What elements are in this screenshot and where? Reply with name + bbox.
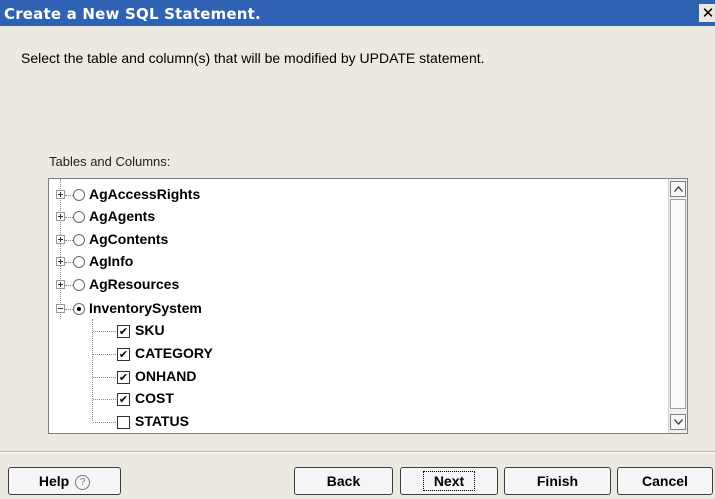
table-name: AgAccessRights <box>89 186 201 202</box>
table-radio[interactable] <box>73 256 85 268</box>
tree-branch-line <box>93 399 116 400</box>
tree-node-column[interactable]: ✔ ONHAND <box>49 366 669 388</box>
tree-node-column[interactable]: ✔ CATEGORY <box>49 343 669 365</box>
vertical-scrollbar[interactable] <box>668 179 687 433</box>
column-checkbox[interactable]: ✔ <box>117 348 130 361</box>
window-title: Create a New SQL Statement. <box>4 5 261 23</box>
tree-node-table-selected[interactable]: InventorySystem <box>49 298 669 320</box>
tree-branch-line <box>93 354 116 355</box>
cancel-label: Cancel <box>642 473 688 489</box>
tree-branch-line <box>93 422 116 423</box>
column-checkbox[interactable]: ✔ <box>117 393 130 406</box>
button-separator <box>0 451 715 453</box>
next-button[interactable]: Next <box>400 467 498 495</box>
tree-branch-line <box>65 195 73 197</box>
collapse-icon[interactable] <box>56 304 65 313</box>
tree-branch-line <box>93 377 116 378</box>
table-radio[interactable] <box>73 189 85 201</box>
table-name: AgResources <box>89 276 180 292</box>
column-checkbox[interactable] <box>117 416 130 429</box>
scroll-thumb[interactable] <box>670 199 686 409</box>
table-radio[interactable] <box>73 279 85 291</box>
tree-node-table[interactable]: AgAccessRights <box>49 184 669 206</box>
column-name: COST <box>135 390 174 406</box>
cancel-button[interactable]: Cancel <box>617 467 713 495</box>
tree-branch-line <box>65 240 73 242</box>
help-icon: ? <box>75 474 91 490</box>
finish-label: Finish <box>536 473 579 489</box>
tree-branch-line <box>65 217 73 219</box>
chevron-up-icon <box>674 186 683 192</box>
tree-node-column[interactable]: ✔ COST <box>49 388 669 410</box>
column-name: SKU <box>135 322 165 338</box>
tree-branch-line <box>65 285 73 287</box>
table-name: AgInfo <box>89 253 134 269</box>
tree-branch-line <box>65 309 73 311</box>
tree-node-table[interactable]: AgResources <box>49 274 669 296</box>
next-label: Next <box>422 471 476 491</box>
column-checkbox[interactable]: ✔ <box>117 371 130 384</box>
expand-icon[interactable] <box>56 212 65 221</box>
expand-icon[interactable] <box>56 190 65 199</box>
back-label: Back <box>326 473 361 489</box>
help-label: Help <box>38 473 70 489</box>
column-checkbox[interactable]: ✔ <box>117 325 130 338</box>
expand-icon[interactable] <box>56 235 65 244</box>
column-name: CATEGORY <box>135 345 213 361</box>
scroll-down-button[interactable] <box>670 414 686 430</box>
table-radio[interactable] <box>73 234 85 246</box>
expand-icon[interactable] <box>56 280 65 289</box>
tree-node-column[interactable]: ✔ SKU <box>49 320 669 342</box>
column-name: STATUS <box>135 413 189 429</box>
help-button[interactable]: Help? <box>8 467 121 495</box>
tree-node-table[interactable]: AgContents <box>49 229 669 251</box>
tree-branch-line <box>93 331 116 332</box>
tree-node-table[interactable]: AgAgents <box>49 206 669 228</box>
close-button[interactable]: ✕ <box>699 4 715 22</box>
close-icon: ✕ <box>701 4 715 22</box>
table-radio[interactable] <box>73 211 85 223</box>
instruction-text: Select the table and column(s) that will… <box>21 50 485 66</box>
back-button[interactable]: Back <box>294 467 393 495</box>
title-bar: Create a New SQL Statement. <box>0 0 715 26</box>
finish-button[interactable]: Finish <box>504 467 611 495</box>
table-name: AgContents <box>89 231 169 247</box>
tables-columns-label: Tables and Columns: <box>49 154 171 169</box>
tree-branch-line <box>65 262 73 264</box>
table-radio-selected[interactable] <box>73 303 85 315</box>
chevron-down-icon <box>674 419 683 425</box>
tree-node-column[interactable]: STATUS <box>49 411 669 433</box>
scroll-up-button[interactable] <box>670 181 686 197</box>
tables-columns-tree: AgAccessRights AgAgents AgContents AgInf… <box>48 178 688 434</box>
tree-node-table[interactable]: AgInfo <box>49 251 669 273</box>
column-name: ONHAND <box>135 368 197 384</box>
expand-icon[interactable] <box>56 257 65 266</box>
table-name: InventorySystem <box>89 300 202 316</box>
table-name: AgAgents <box>89 208 156 224</box>
